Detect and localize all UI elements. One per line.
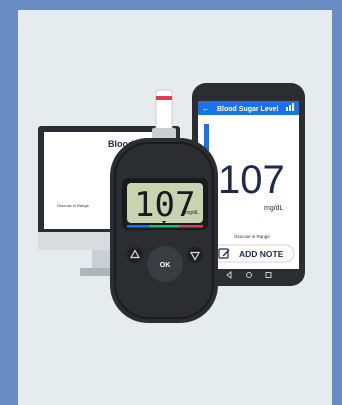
meter-ok-button[interactable]: OK <box>147 246 183 282</box>
add-note-button[interactable]: ADD NOTE <box>211 244 295 263</box>
phone-glucose-unit: mg/dL <box>264 205 284 212</box>
range-normal-band <box>149 225 179 228</box>
phone-glucose-reading: 107 <box>218 158 285 202</box>
phone-app-title: Blood Sugar Level <box>217 106 279 113</box>
add-note-label: ADD NOTE <box>239 249 284 259</box>
meter-up-button[interactable] <box>127 247 143 263</box>
meter-ok-label: OK <box>160 262 171 269</box>
test-strip-band <box>156 96 172 100</box>
illustration: Blood S Glucose in Range ← Blood Sugar L… <box>38 83 305 323</box>
phone-glucose-caption: Glucose in Range <box>234 234 270 239</box>
meter-glucose-unit: mg/dL <box>185 210 199 216</box>
meter-body <box>110 138 218 323</box>
meter-down-button[interactable] <box>187 247 203 263</box>
monitor-glucose-caption: Glucose in Range <box>57 203 90 208</box>
meter-glucose-reading: 107 <box>134 185 195 225</box>
range-high-band <box>179 225 203 228</box>
range-low-band <box>127 225 149 228</box>
back-arrow-icon[interactable]: ← <box>202 104 210 113</box>
